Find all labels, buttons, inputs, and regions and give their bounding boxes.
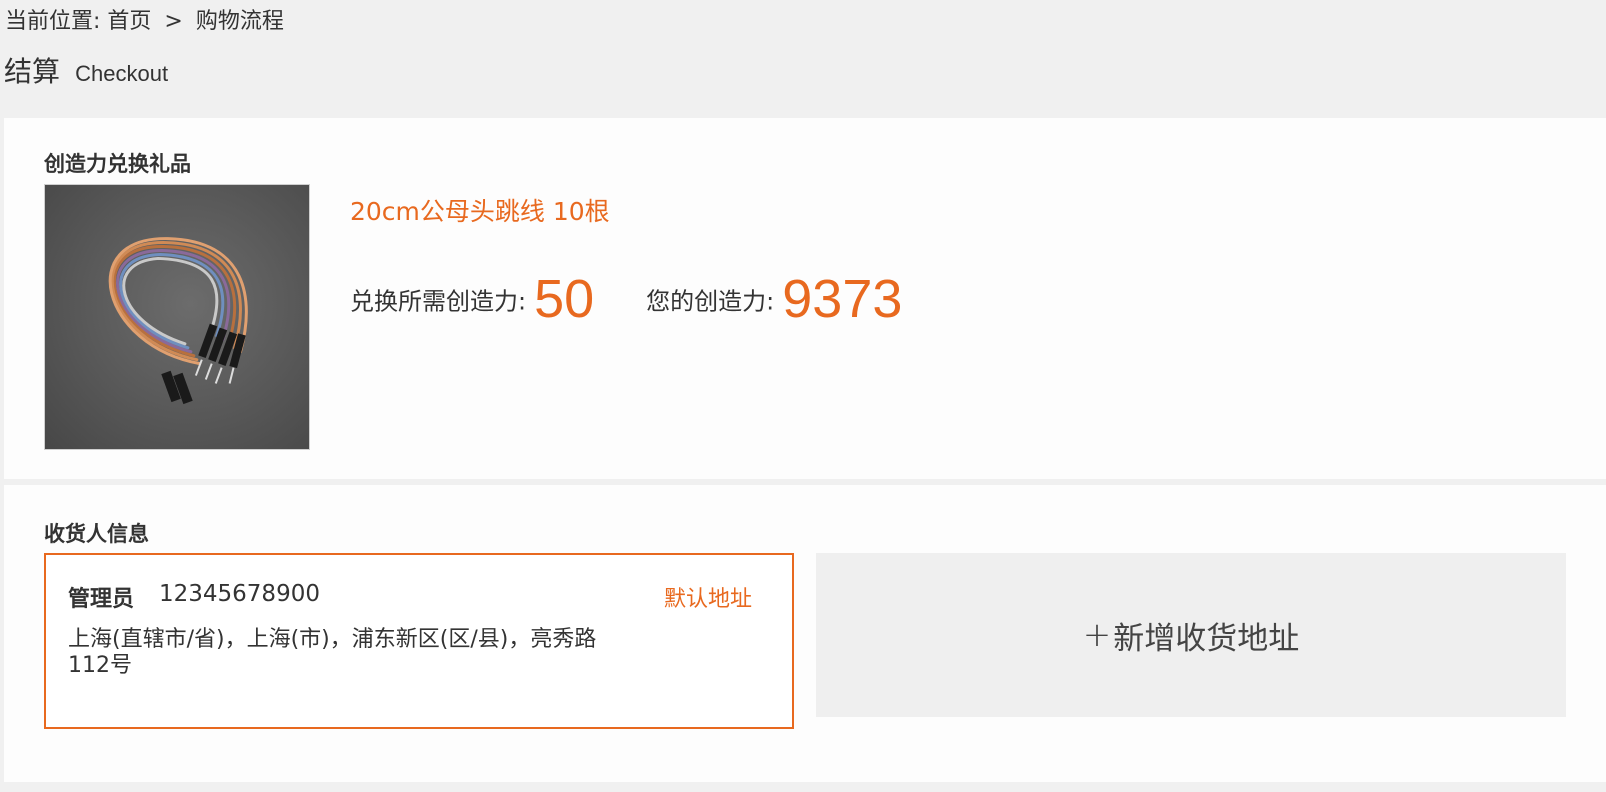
add-address-button[interactable]: + 新增收货地址 [816,553,1566,717]
balance-points-label: 您的创造力: [646,287,775,316]
breadcrumb-prefix: 当前位置: [5,9,108,34]
address-card-selected[interactable]: 管理员 12345678900 默认地址 上海(直辖市/省)，上海(市)，浦东新… [44,553,794,729]
breadcrumb-current: 购物流程 [195,9,284,34]
jumper-wire-image [44,184,310,450]
plus-icon: + [1082,615,1112,655]
recipient-name: 管理员 [68,587,135,612]
gift-panel: 创造力兑换礼品 20cm公母头跳线 10根 兑换所需创造力: 50 您的创造力:… [4,118,1606,479]
address-section-heading: 收货人信息 [44,522,149,546]
product-name[interactable]: 20cm公母头跳线 10根 [350,192,610,228]
balance-points-value: 9373 [782,269,903,329]
recipient-phone: 12345678900 [159,581,320,607]
default-address-badge: 默认地址 [663,587,752,612]
page-title-en: Checkout [75,61,169,86]
points-row: 兑换所需创造力: 50 您的创造力: 9373 [350,268,902,330]
required-points-value: 50 [534,269,595,329]
breadcrumb-separator: > [164,9,183,34]
page-title: 结算 Checkout [4,54,168,92]
breadcrumb-home-link[interactable]: 首页 [107,9,151,34]
gift-section-heading: 创造力兑换礼品 [44,152,191,176]
recipient-address: 上海(直辖市/省)，上海(市)，浦东新区(区/县)，亮秀路112号 [68,627,597,678]
add-address-label: 新增收货地址 [1113,620,1300,657]
address-panel: 收货人信息 管理员 12345678900 默认地址 上海(直辖市/省)，上海(… [4,485,1606,782]
breadcrumb: 当前位置: 首页 > 购物流程 [5,8,284,36]
page-title-zh: 结算 [4,55,61,88]
required-points-label: 兑换所需创造力: [350,287,527,316]
